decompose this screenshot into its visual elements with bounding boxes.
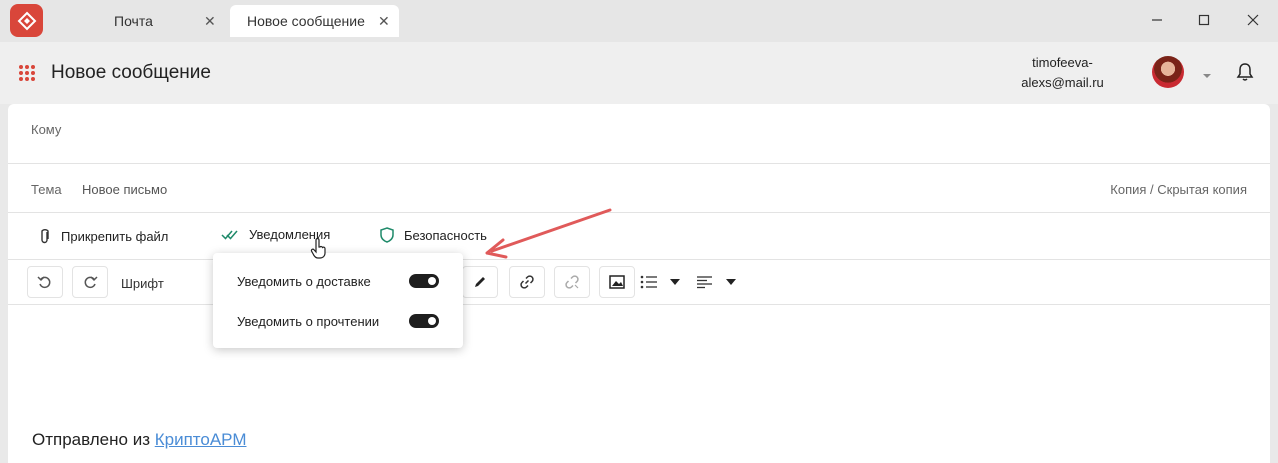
notify-read-label: Уведомить о прочтении [237,313,380,329]
shield-icon [380,227,394,243]
undo-icon [37,276,51,289]
cc-bcc-link[interactable]: Копия / Скрытая копия [1110,182,1247,197]
signature-link[interactable]: КриптоАРМ [155,430,247,449]
user-email-line1: timofeeva- [1032,55,1093,70]
page-title: Новое сообщение [51,62,211,83]
link-icon [520,275,534,289]
image-icon [609,275,625,289]
color-pen-button[interactable] [462,266,498,298]
undo-button[interactable] [27,266,63,298]
actions-row: Прикрепить файл Уведомления Безопасность [8,213,1270,260]
hand-cursor-icon [310,237,328,265]
paperclip-icon [41,229,49,244]
app-logo-icon [10,4,43,37]
user-email-line2: alexs@mail.ru [1021,75,1104,90]
avatar[interactable] [1152,56,1184,88]
attach-file-button[interactable]: Прикрепить файл [39,227,168,245]
tab-mail[interactable]: Почта ✕ [50,5,222,37]
attach-file-label: Прикрепить файл [61,228,169,244]
notify-read-row: Уведомить о прочтении [237,310,443,332]
app-header: Новое сообщение timofeeva- alexs@mail.ru [0,42,1278,104]
redo-button[interactable] [72,266,108,298]
title-bar: Почта ✕ Новое сообщение ✕ [0,0,1278,42]
subject-input[interactable] [82,178,982,200]
maximize-icon[interactable] [1192,8,1216,32]
insert-image-button[interactable] [599,266,635,298]
notify-delivery-row: Уведомить о доставке [237,270,443,292]
caret-down-icon [726,279,736,285]
user-email: timofeeva- alexs@mail.ru [1005,53,1120,93]
minimize-icon[interactable] [1145,8,1169,32]
subject-label: Тема [31,182,62,197]
tab-close-icon[interactable]: ✕ [378,13,390,30]
align-left-icon [697,276,712,289]
redo-icon [84,276,98,289]
tab-close-icon[interactable]: ✕ [204,13,216,30]
unlink-button[interactable] [554,266,590,298]
signature: Отправлено из КриптоАРМ [32,430,246,450]
close-icon[interactable] [1241,8,1265,32]
compose-panel: Кому Тема Копия / Скрытая копия Прикрепи… [8,104,1270,463]
to-row[interactable]: Кому [8,104,1270,164]
tab-label: Новое сообщение [247,13,365,29]
double-check-icon [221,230,238,240]
tab-new-message[interactable]: Новое сообщение ✕ [230,5,399,37]
align-dropdown-caret[interactable] [726,266,736,298]
signature-prefix: Отправлено из [32,430,155,449]
list-button[interactable] [640,266,658,298]
apps-grid-icon[interactable] [18,64,36,87]
notify-read-toggle[interactable] [409,314,439,328]
font-select[interactable]: Шрифт [121,276,164,291]
caret-down-icon [670,279,680,285]
align-button[interactable] [696,266,713,298]
pen-icon [475,277,485,287]
tab-label: Почта [114,13,153,29]
format-toolbar: Шрифт [8,260,1270,305]
notify-delivery-toggle[interactable] [409,274,439,288]
to-label: Кому [31,122,62,137]
bell-icon[interactable] [1236,62,1254,87]
annotation-arrow-icon [470,200,620,265]
notifications-popup: Уведомить о доставке Уведомить о прочтен… [213,253,463,348]
chevron-down-icon[interactable] [1202,66,1212,84]
subject-row: Тема Копия / Скрытая копия [8,164,1270,213]
bullet-list-icon [640,275,657,289]
insert-link-button[interactable] [509,266,545,298]
list-dropdown-caret[interactable] [670,266,680,298]
notify-delivery-label: Уведомить о доставке [237,273,371,289]
unlink-icon [565,275,579,289]
